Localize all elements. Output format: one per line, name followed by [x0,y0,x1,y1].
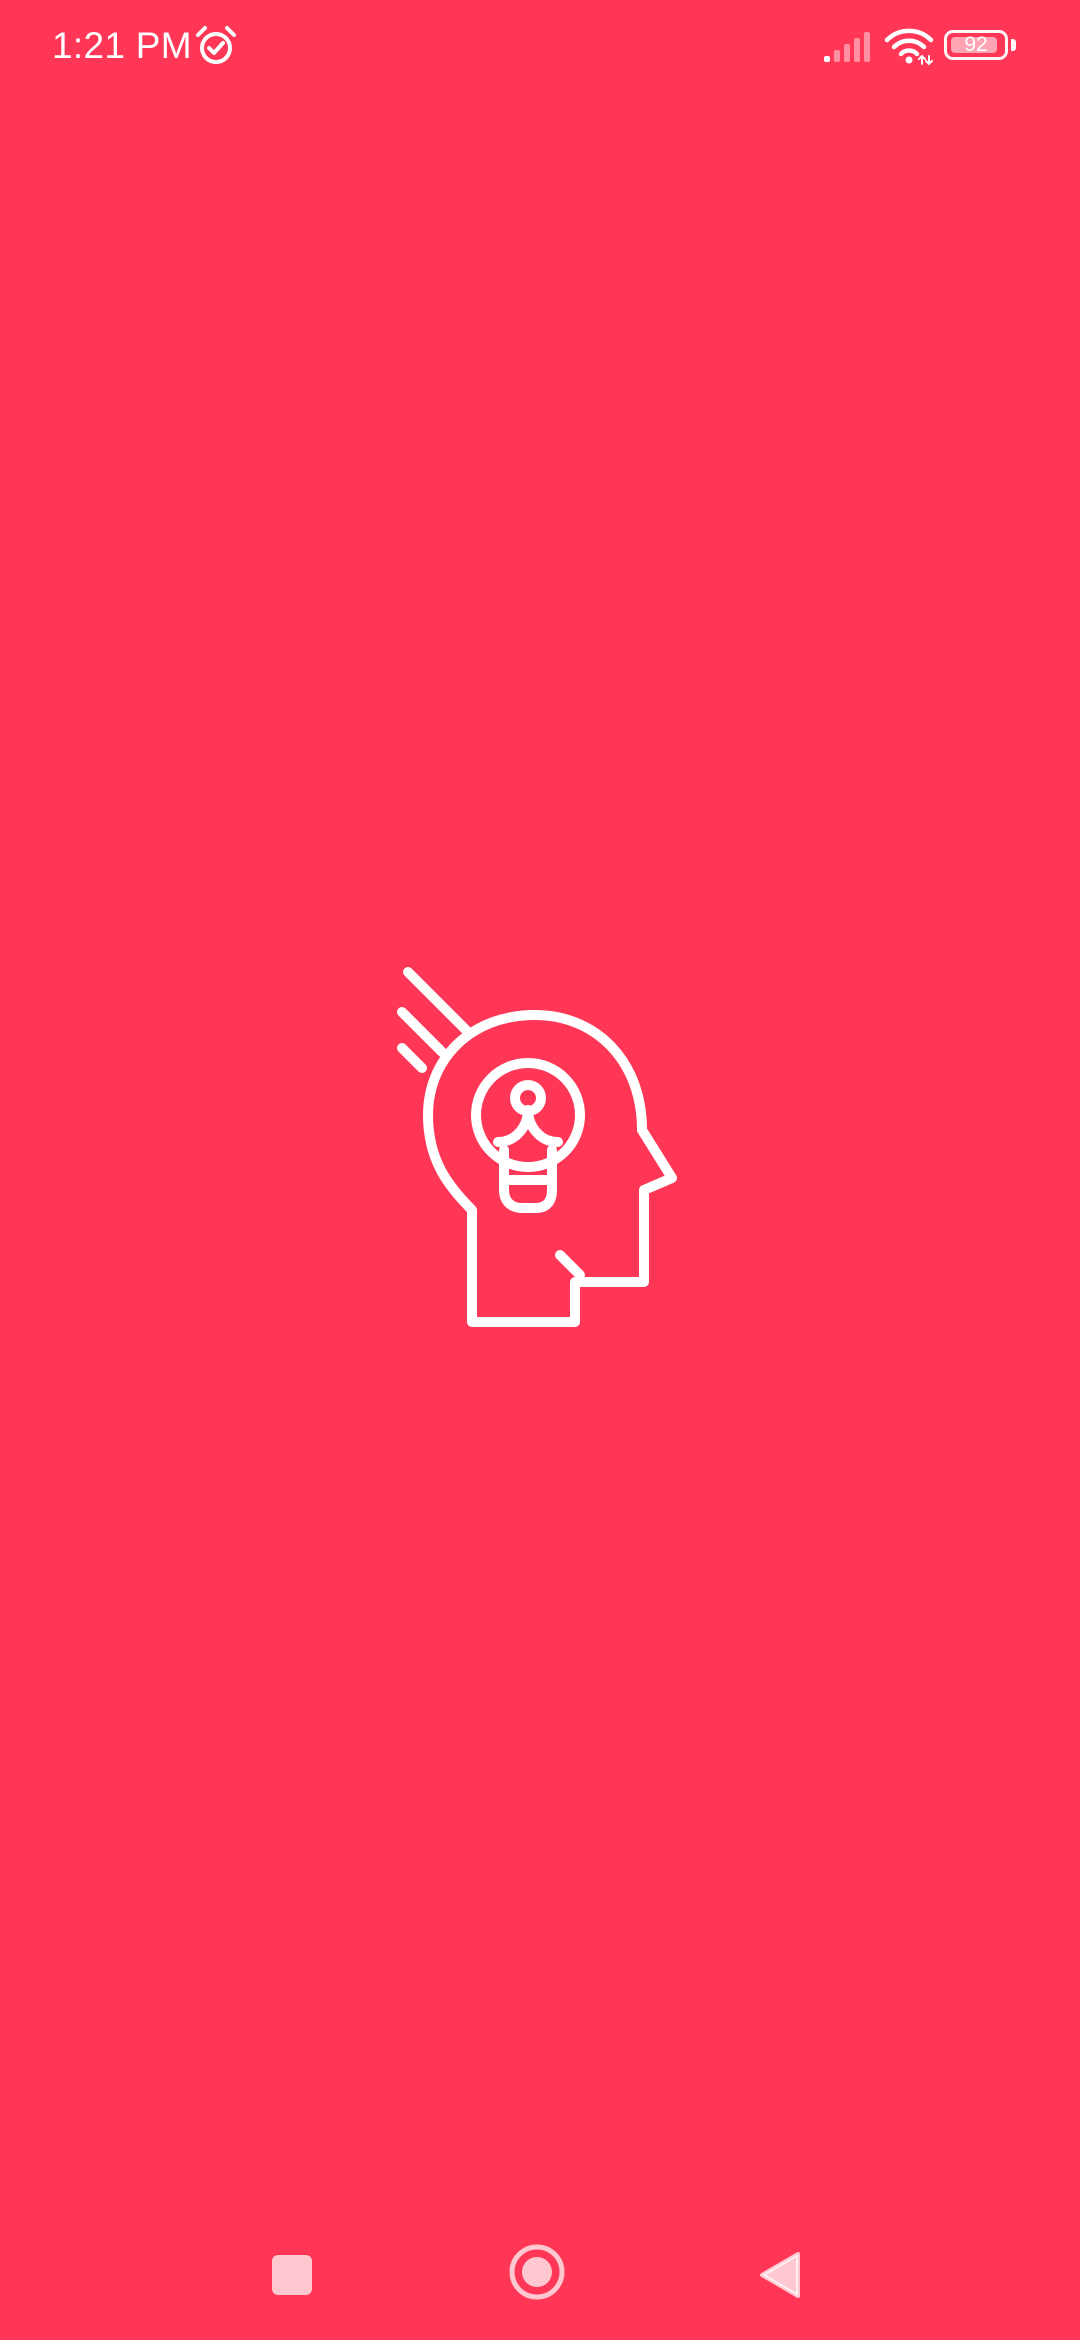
battery-percentage: 92 [964,33,988,56]
wifi-icon [884,28,934,66]
cellular-signal-icon [824,32,870,62]
alarm-clock-icon [196,26,236,64]
head-lightbulb-idea-icon [397,967,677,1327]
status-time: 1:21 PM [52,25,192,66]
battery-tip [1011,39,1016,51]
navigation-bar [0,2220,1080,2340]
home-button[interactable] [508,2243,566,2301]
recents-button[interactable] [272,2255,312,2295]
splash-screen: 1:21 PM 92 [0,0,1080,2340]
battery-icon: 92 [944,27,1018,65]
back-button[interactable] [758,2250,802,2300]
status-bar: 1:21 PM 92 [0,0,1080,96]
